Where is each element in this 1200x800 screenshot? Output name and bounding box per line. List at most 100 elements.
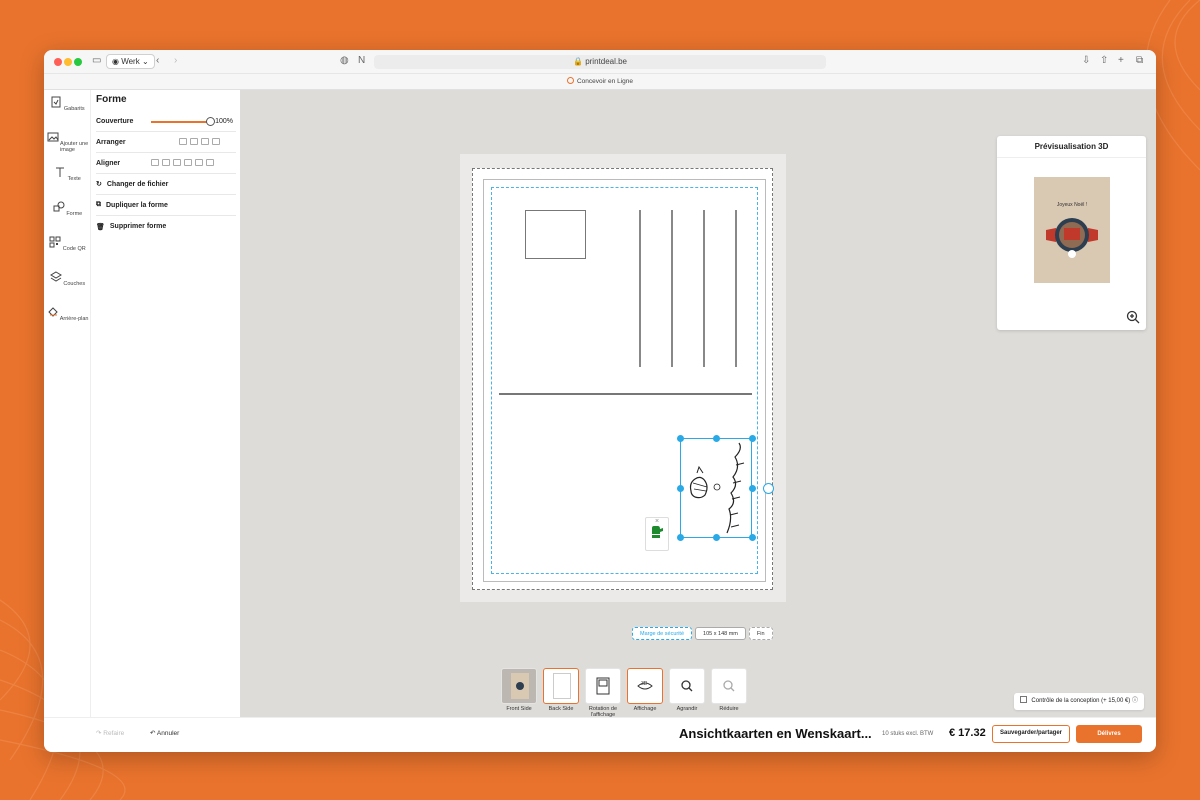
refresh-icon: ↻ bbox=[96, 181, 102, 188]
mitten-icon bbox=[652, 526, 663, 538]
size-tag: 105 x 148 mm bbox=[695, 627, 746, 640]
share-icon[interactable]: ⇧ bbox=[1100, 55, 1108, 66]
zoom-in-button[interactable]: Agrandir bbox=[669, 668, 705, 718]
postcard-back[interactable]: × bbox=[472, 168, 774, 590]
align-buttons bbox=[148, 158, 214, 168]
align-top-icon[interactable] bbox=[184, 158, 192, 166]
preview-illustration bbox=[1046, 218, 1098, 258]
delete-label: Supprimer forme bbox=[109, 223, 167, 230]
rail-label: Texte bbox=[67, 176, 81, 182]
forward-icon[interactable]: › bbox=[174, 55, 177, 66]
rail-item-layers[interactable]: Couches bbox=[44, 271, 91, 287]
zoom-out-button[interactable]: Réduire bbox=[711, 668, 747, 718]
eye-3d-icon: 3D bbox=[637, 681, 653, 690]
duplicate-label: Dupliquer la forme bbox=[106, 201, 168, 209]
delete-button[interactable]: 🗑 Supprimer forme bbox=[96, 216, 236, 237]
price: € 17.32 bbox=[949, 727, 986, 739]
rotate-view-box bbox=[585, 668, 621, 704]
rail-item-templates[interactable]: Gabarits bbox=[44, 96, 91, 112]
align-bottom-icon[interactable] bbox=[206, 158, 214, 166]
duplicate-button[interactable]: ⧉ Dupliquer la forme bbox=[96, 195, 236, 216]
display-button[interactable]: 3D Affichage bbox=[627, 668, 663, 718]
design-check-option[interactable]: Contrôle de la conception (+ 15,00 €) ⓘ bbox=[1014, 693, 1144, 710]
coverage-slider-knob[interactable] bbox=[206, 117, 215, 126]
sidebar-toggle-icon[interactable]: ▭ bbox=[92, 55, 101, 66]
rail-item-add-image[interactable]: Ajouter une image bbox=[44, 131, 91, 153]
resize-handle[interactable] bbox=[677, 435, 684, 442]
new-tab-icon[interactable]: + bbox=[1118, 55, 1124, 66]
align-row: Aligner bbox=[96, 153, 236, 174]
save-share-button[interactable]: Sauvegarder/partager bbox=[992, 725, 1070, 743]
resize-handle[interactable] bbox=[677, 534, 684, 541]
send-to-back-icon[interactable] bbox=[212, 137, 220, 145]
change-file-label: Changer de fichier bbox=[106, 180, 169, 188]
front-side-thumb[interactable]: Front Side bbox=[501, 668, 537, 718]
undo-label: Annuler bbox=[156, 730, 180, 737]
rotate-view-icon bbox=[596, 677, 610, 695]
quantity-text: 10 stuks excl. BTW bbox=[882, 731, 934, 737]
selected-logo[interactable] bbox=[677, 435, 774, 541]
view-toolbar: Front Side Back Side Rotation de l'affic… bbox=[501, 668, 747, 718]
extension-icon[interactable]: ◍ bbox=[340, 55, 349, 66]
profile-selector[interactable]: ◉ Werk ⌄ bbox=[106, 54, 155, 69]
rotate-handle[interactable] bbox=[763, 483, 774, 494]
qr-code-icon bbox=[49, 236, 61, 248]
design-check-checkbox[interactable] bbox=[1020, 696, 1028, 703]
remove-icon[interactable]: × bbox=[646, 518, 668, 525]
thumb-label: Agrandir bbox=[676, 706, 698, 712]
align-right-icon[interactable] bbox=[173, 158, 181, 166]
footer-bar: ↷ Refaire ↶ Annuler Ansichtkaarten en We… bbox=[44, 717, 1156, 752]
shapes-icon bbox=[53, 201, 65, 212]
send-backward-icon[interactable] bbox=[190, 137, 198, 145]
coverage-slider-track[interactable] bbox=[151, 121, 209, 123]
bring-to-front-icon[interactable] bbox=[201, 137, 209, 145]
address-bar[interactable]: 🔒 printdeal.be bbox=[374, 55, 826, 69]
back-side-thumb[interactable]: Back Side bbox=[543, 668, 579, 718]
change-file-button[interactable]: ↻ Changer de fichier bbox=[96, 174, 236, 195]
notion-icon[interactable]: N bbox=[358, 55, 365, 66]
arrange-row: Arranger bbox=[96, 132, 236, 153]
back-icon[interactable]: ‹ bbox=[156, 55, 159, 66]
zoom-window-button[interactable] bbox=[74, 58, 82, 66]
undo-button[interactable]: ↶ Annuler bbox=[150, 729, 179, 737]
thumb-label: Affichage bbox=[633, 706, 657, 712]
rotate-view-button[interactable]: Rotation de l'affichage bbox=[585, 668, 621, 718]
redo-button[interactable]: ↷ Refaire bbox=[96, 729, 124, 737]
resize-handle[interactable] bbox=[713, 435, 720, 442]
mitten-element[interactable]: × bbox=[645, 517, 669, 551]
download-icon[interactable]: ⇩ bbox=[1082, 55, 1090, 66]
align-middle-icon[interactable] bbox=[195, 158, 203, 166]
align-left-icon[interactable] bbox=[151, 158, 159, 166]
templates-icon bbox=[51, 96, 61, 108]
magnify-minus-icon bbox=[723, 680, 735, 692]
tab-overview-icon[interactable]: ⧉ bbox=[1136, 55, 1143, 66]
rail-item-qr[interactable]: Code QR bbox=[44, 236, 91, 252]
rail-item-shape[interactable]: Forme bbox=[44, 201, 91, 217]
resize-handle[interactable] bbox=[749, 435, 756, 442]
arrange-buttons bbox=[176, 137, 220, 147]
resize-handle[interactable] bbox=[713, 534, 720, 541]
thumb-label: Back Side bbox=[548, 706, 574, 712]
tab-bar[interactable]: Concevoir en Ligne bbox=[44, 74, 1156, 90]
divider-line bbox=[499, 393, 752, 395]
rail-item-background[interactable]: Arrière-plan bbox=[44, 306, 91, 322]
front-side-preview bbox=[501, 668, 537, 704]
rail-item-text[interactable]: Texte bbox=[44, 166, 91, 182]
zoom-in-box bbox=[669, 668, 705, 704]
close-window-button[interactable] bbox=[54, 58, 62, 66]
resize-handle[interactable] bbox=[749, 485, 756, 492]
design-canvas[interactable]: × Marge de sécurité 105 x 148 mm Fin Pré… bbox=[240, 90, 1156, 718]
zoom-in-icon[interactable] bbox=[1126, 310, 1140, 324]
resize-handle[interactable] bbox=[677, 485, 684, 492]
design-check-label: Contrôle de la conception (+ 15,00 €) bbox=[1031, 698, 1131, 704]
bring-forward-icon[interactable] bbox=[179, 137, 187, 145]
profile-label: Werk bbox=[121, 57, 140, 66]
preview-card: Joyeux Noël ! bbox=[1034, 177, 1110, 283]
layers-icon bbox=[49, 271, 62, 282]
deliver-button[interactable]: Délivres bbox=[1076, 725, 1142, 743]
resize-handle[interactable] bbox=[749, 534, 756, 541]
text-icon bbox=[56, 167, 65, 177]
info-icon[interactable]: ⓘ bbox=[1132, 698, 1138, 704]
minimize-window-button[interactable] bbox=[64, 58, 72, 66]
align-center-icon[interactable] bbox=[162, 158, 170, 166]
